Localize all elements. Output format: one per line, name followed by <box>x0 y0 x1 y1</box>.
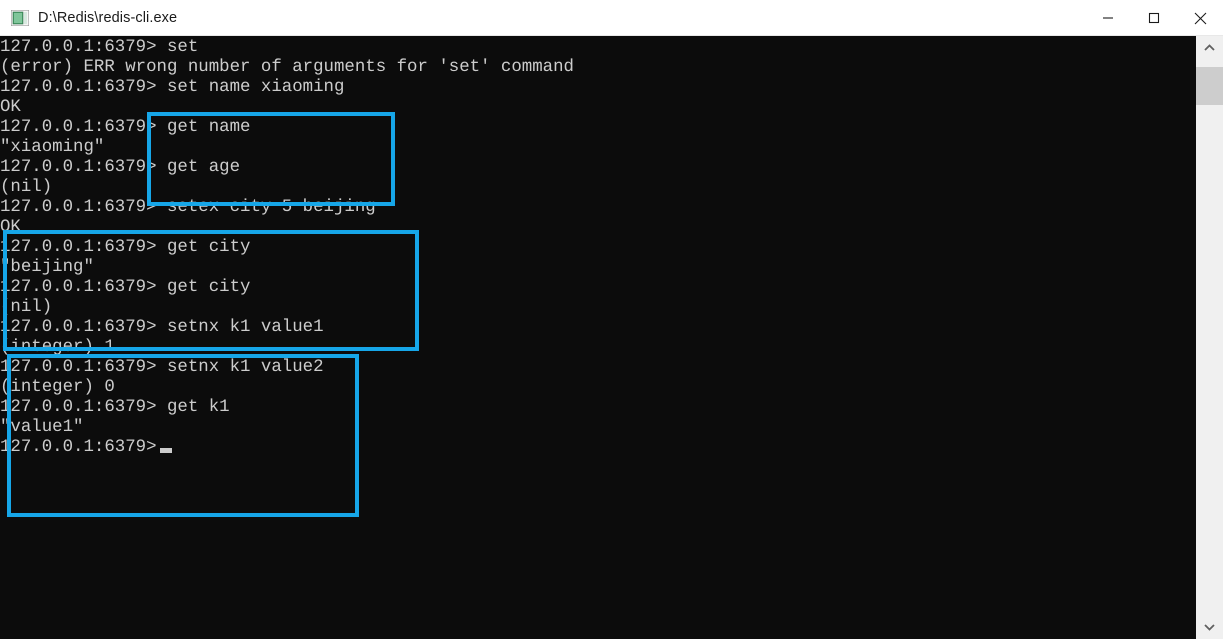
maximize-icon <box>1148 12 1160 24</box>
chevron-up-icon <box>1204 44 1215 51</box>
terminal-area[interactable]: 127.0.0.1:6379> set (error) ERR wrong nu… <box>0 36 1223 639</box>
scrollbar-thumb[interactable] <box>1196 67 1223 105</box>
window-controls <box>1085 0 1223 36</box>
chevron-down-icon <box>1204 624 1215 631</box>
minimize-button[interactable] <box>1085 0 1131 36</box>
close-button[interactable] <box>1177 0 1223 36</box>
close-icon <box>1194 12 1206 24</box>
console-window: D:\Redis\redis-cli.exe 127.0.0.1:6379> s… <box>0 0 1223 639</box>
scroll-up-button[interactable] <box>1196 36 1223 60</box>
scroll-down-button[interactable] <box>1196 615 1223 639</box>
window-title: D:\Redis\redis-cli.exe <box>38 9 178 26</box>
terminal-output: 127.0.0.1:6379> set (error) ERR wrong nu… <box>0 38 574 457</box>
maximize-button[interactable] <box>1131 0 1177 36</box>
vertical-scrollbar[interactable] <box>1196 36 1223 639</box>
console-app-icon <box>10 9 30 26</box>
minimize-icon <box>1103 17 1113 19</box>
text-cursor <box>160 448 172 453</box>
scrollbar-track[interactable] <box>1196 60 1223 615</box>
title-bar[interactable]: D:\Redis\redis-cli.exe <box>0 0 1223 36</box>
terminal-viewport[interactable]: 127.0.0.1:6379> set (error) ERR wrong nu… <box>0 36 1196 639</box>
